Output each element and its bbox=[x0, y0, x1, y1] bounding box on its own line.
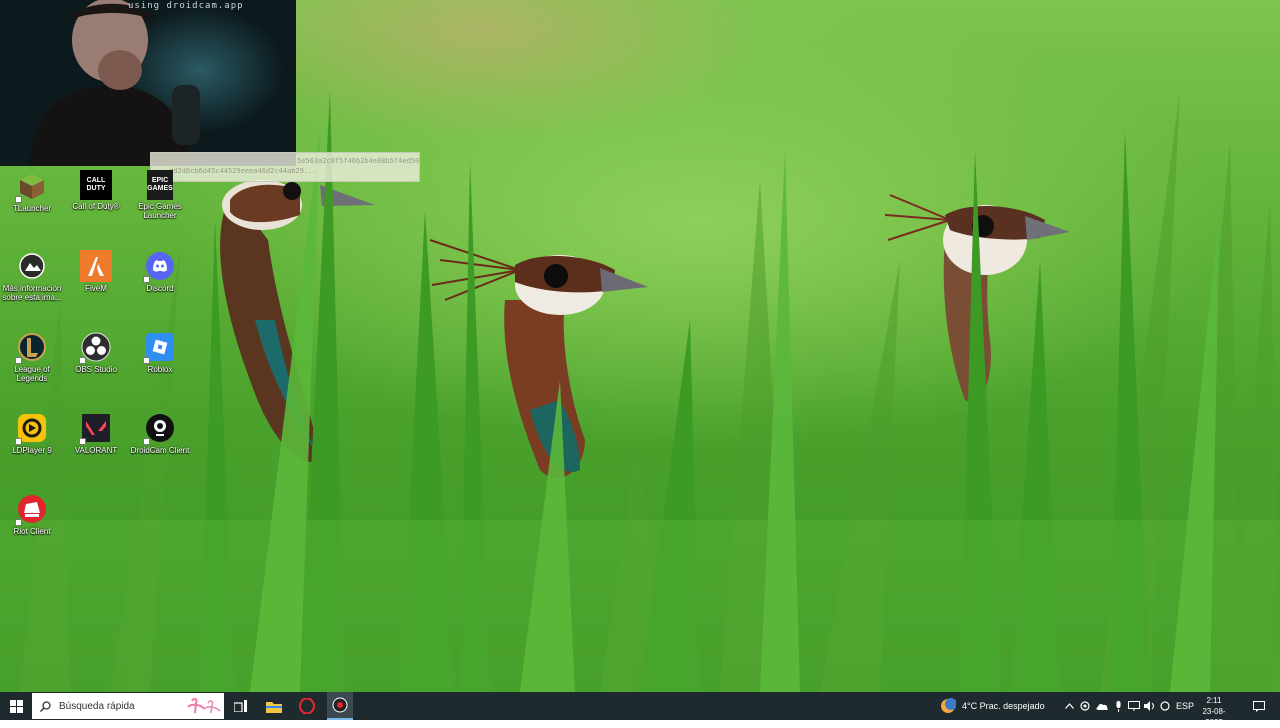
desktop-icon-valorant[interactable]: VALORANT bbox=[63, 412, 129, 455]
desktop-icon-label: League of Legends bbox=[14, 365, 50, 383]
league-of-legends-icon bbox=[15, 331, 48, 364]
call-of-duty-icon: CALL DUTY bbox=[80, 170, 112, 200]
taskbar-opera[interactable] bbox=[294, 692, 320, 720]
clock-date: 23-08-2025 bbox=[1202, 707, 1226, 727]
tlauncher-icon bbox=[15, 170, 48, 203]
notification-icon bbox=[1253, 700, 1265, 712]
tray-microphone[interactable] bbox=[1111, 692, 1125, 720]
show-hidden-icons-button[interactable] bbox=[1062, 692, 1076, 720]
language-indicator[interactable]: ESP bbox=[1174, 692, 1196, 720]
chevron-up-icon bbox=[1064, 703, 1074, 709]
taskbar: Búsqueda rápida 4°C Prac. despejado ESP … bbox=[0, 692, 1280, 727]
peacock-center bbox=[429, 239, 648, 479]
epic-games-icon: EPIC GAMES bbox=[147, 170, 173, 200]
moon-weather-icon bbox=[941, 698, 956, 713]
droidcam-tray-icon bbox=[1080, 701, 1090, 711]
desktop-icon-label: FiveM bbox=[85, 284, 107, 293]
discord-icon bbox=[143, 250, 176, 283]
desktop-icon-fivem[interactable]: FiveM bbox=[63, 250, 129, 293]
webcam-person-image bbox=[30, 0, 200, 166]
clock[interactable]: 2:11 23-08-2025 bbox=[1196, 695, 1232, 728]
desktop-icon-label: DroidCam Client bbox=[130, 446, 190, 455]
speaker-icon bbox=[1144, 701, 1154, 711]
desktop-icon-label: Riot Client bbox=[13, 527, 51, 536]
obs-studio-icon bbox=[79, 331, 112, 364]
tray-onedrive[interactable] bbox=[1094, 692, 1110, 720]
circle-arrow-icon bbox=[1160, 701, 1170, 711]
windows-logo-icon bbox=[9, 699, 23, 713]
ldplayer-icon bbox=[15, 412, 48, 445]
desktop-icon-label: TLauncher bbox=[12, 204, 52, 213]
tray-battery-saver[interactable] bbox=[1158, 692, 1172, 720]
desktop-icon-riot-client[interactable]: Riot Client bbox=[0, 493, 65, 536]
desktop-icon-ldplayer[interactable]: LDPlayer 9 bbox=[0, 412, 65, 455]
desktop-icon-call-of-duty[interactable]: CALL DUTY Call of Duty® bbox=[63, 170, 129, 211]
start-button[interactable] bbox=[0, 692, 32, 720]
desktop-icon-epic-games[interactable]: EPIC GAMES Epic Games Launcher bbox=[127, 170, 193, 220]
desktop-icon-droidcam[interactable]: DroidCam Client bbox=[127, 412, 193, 455]
desktop-icon-league-of-legends[interactable]: League of Legends bbox=[0, 331, 65, 383]
microphone-icon bbox=[1116, 700, 1120, 712]
tray-volume[interactable] bbox=[1142, 692, 1158, 720]
weather-text: 4°C Prac. despejado bbox=[962, 701, 1045, 711]
active-app-icon bbox=[332, 697, 348, 713]
taskbar-file-explorer[interactable] bbox=[261, 692, 287, 720]
folder-icon bbox=[266, 701, 282, 713]
task-view-icon bbox=[233, 700, 247, 712]
desktop-icon-label: VALORANT bbox=[74, 446, 118, 455]
desktop-icon-tlauncher[interactable]: TLauncher bbox=[0, 170, 65, 213]
language-text: ESP bbox=[1175, 701, 1194, 711]
weather-widget[interactable]: 4°C Prac. despejado bbox=[940, 692, 1052, 720]
valorant-icon bbox=[79, 412, 112, 445]
search-placeholder: Búsqueda rápida bbox=[59, 700, 135, 712]
taskbar-active-app[interactable] bbox=[327, 692, 353, 720]
search-icon bbox=[40, 700, 51, 712]
spotlight-info-icon bbox=[16, 250, 48, 282]
tray-droidcam[interactable] bbox=[1078, 692, 1092, 720]
desktop-icon-label: Discord bbox=[146, 284, 174, 293]
desktop-icon-discord[interactable]: Discord bbox=[127, 250, 193, 293]
task-view-button[interactable] bbox=[228, 692, 252, 720]
desktop-icon-spotlight-info[interactable]: Más información sobre esta ima... bbox=[0, 250, 65, 302]
notification-center-button[interactable] bbox=[1248, 692, 1270, 720]
cloud-icon bbox=[1096, 703, 1108, 710]
tooltip-line-1: 5e563a2c0f5f46b2b4e88b5f4ed50c bbox=[297, 157, 420, 165]
roblox-icon bbox=[143, 331, 176, 364]
opera-icon bbox=[299, 698, 315, 714]
desktop-icon-roblox[interactable]: Roblox bbox=[127, 331, 193, 374]
webcam-overlay: using droidcam.app bbox=[0, 0, 296, 166]
fivem-icon bbox=[80, 250, 112, 282]
search-box[interactable]: Búsqueda rápida bbox=[32, 693, 224, 719]
tray-network[interactable] bbox=[1126, 692, 1142, 720]
clock-time: 2:11 bbox=[1206, 696, 1222, 705]
desktop[interactable]: using droidcam.app 5e563a2c0f5f46b2b4e88… bbox=[0, 0, 1280, 692]
desktop-icon-obs-studio[interactable]: OBS Studio bbox=[63, 331, 129, 374]
desktop-icon-label: Call of Duty® bbox=[72, 202, 120, 211]
desktop-icon-label: Más información sobre esta ima... bbox=[2, 284, 62, 302]
webcam-watermark: using droidcam.app bbox=[128, 1, 244, 11]
desktop-icon-label: Roblox bbox=[147, 365, 173, 374]
riot-client-icon bbox=[15, 493, 48, 526]
desktop-icon-label: OBS Studio bbox=[75, 365, 117, 374]
desktop-icon-label: Epic Games Launcher bbox=[138, 202, 182, 220]
tooltip-line-2: dd2d0cb6d45c44529eeea46d2c44ab29... bbox=[169, 167, 317, 175]
network-icon bbox=[1128, 701, 1140, 711]
search-highlight-icon bbox=[187, 697, 221, 714]
droidcam-icon bbox=[143, 412, 176, 445]
desktop-icon-label: LDPlayer 9 bbox=[12, 446, 52, 455]
